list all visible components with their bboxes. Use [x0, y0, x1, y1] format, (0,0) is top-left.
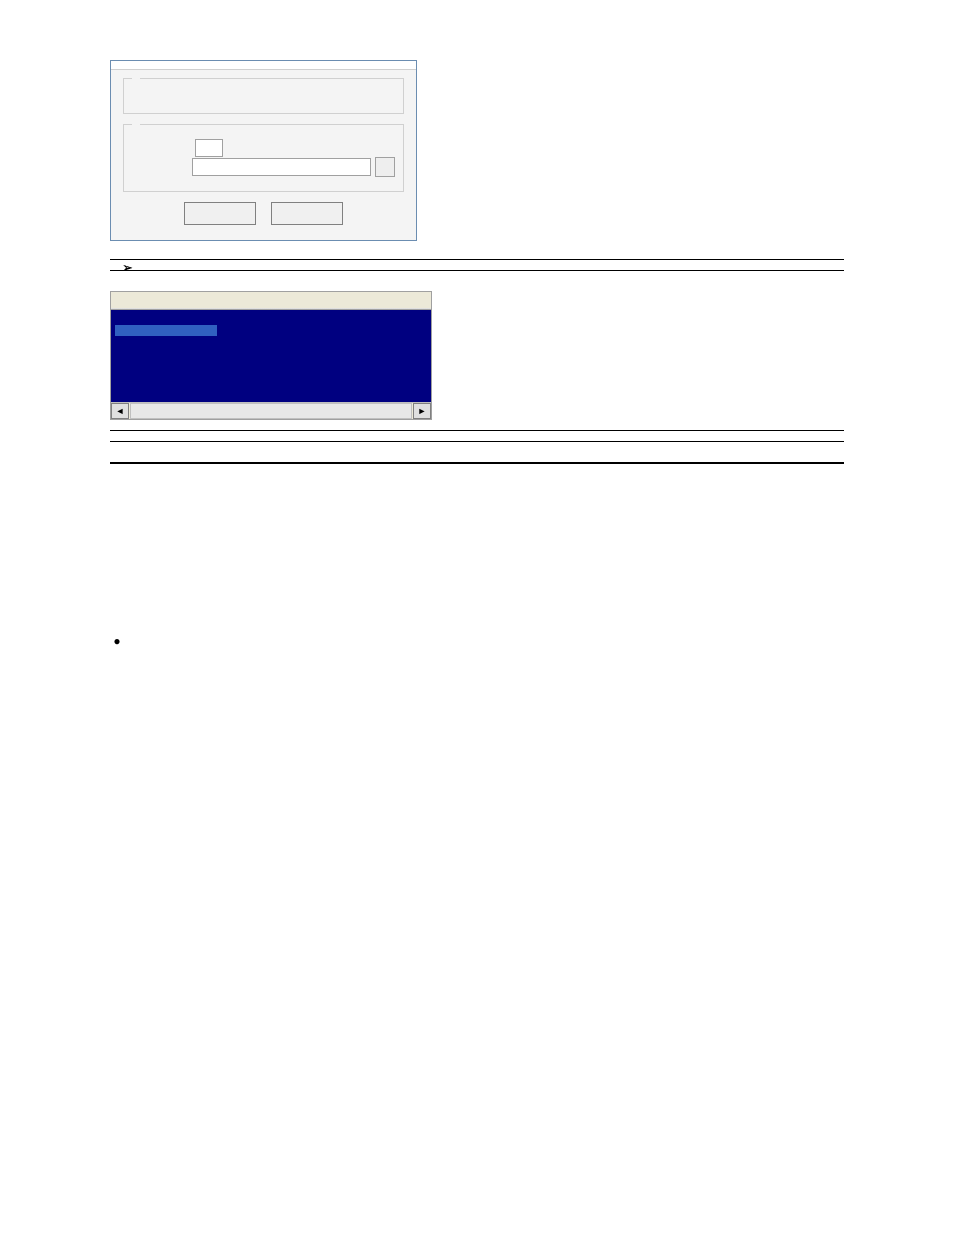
scroll-left-icon[interactable]: ◄: [111, 403, 129, 419]
time-row: [132, 139, 395, 157]
terminal-scrollbar[interactable]: ◄ ►: [111, 402, 431, 419]
note-box-2: [110, 430, 844, 442]
bullet-icon: ●: [110, 634, 124, 648]
phone-settings-group: [123, 78, 404, 114]
sms-settings-group: [123, 124, 404, 192]
minutes-input[interactable]: [195, 139, 223, 157]
dialog-body: [111, 70, 416, 240]
footer-left: ●: [110, 634, 124, 648]
serial-link-heading: [110, 462, 844, 474]
terminal-menu: [111, 292, 431, 308]
note-box-1: [110, 259, 844, 271]
save-folder-input[interactable]: [192, 158, 371, 176]
group-legend-sms: [132, 119, 140, 131]
terminal-window: ◄ ►: [110, 291, 432, 420]
page-footer: ●: [110, 634, 844, 648]
dialog-title: [111, 61, 416, 70]
group-legend-phone: [132, 73, 140, 85]
sms-settings-dialog: [110, 60, 417, 241]
scroll-right-icon[interactable]: ►: [413, 403, 431, 419]
browse-button[interactable]: [375, 157, 395, 177]
dialog-buttons: [121, 202, 406, 228]
scroll-track[interactable]: [130, 403, 412, 419]
save-row: [132, 157, 395, 177]
terminal-content: [111, 310, 431, 402]
ok-button[interactable]: [184, 202, 256, 225]
cancel-button[interactable]: [271, 202, 343, 225]
